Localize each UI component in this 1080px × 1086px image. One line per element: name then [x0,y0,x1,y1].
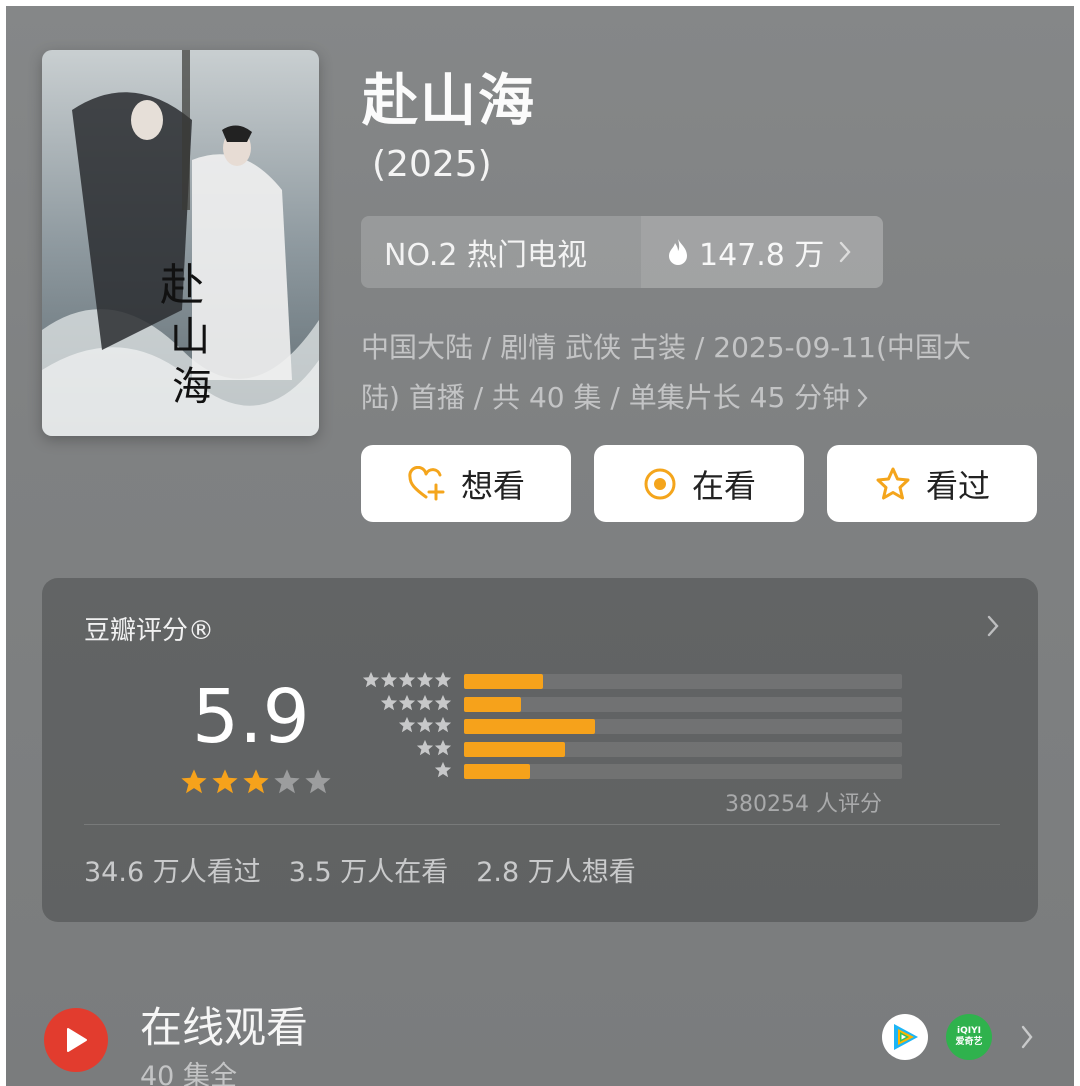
rank-badge[interactable]: NO.2 热门电视 147.8 万 [361,216,883,288]
chevron-right-icon [987,615,999,637]
star-icon [876,467,910,499]
episode-count: 40 集全 [140,1061,237,1086]
chevron-right-icon[interactable] [1020,1024,1034,1050]
want-to-watch-label: 想看 [460,466,525,505]
rank-label: NO.2 热门电视 [361,216,641,288]
distribution-bar [464,696,521,712]
distribution-row-stars [354,761,452,779]
page-title: 赴山海 [362,69,536,134]
meta-info[interactable]: 中国大陆 / 剧情 武侠 古装 / 2025-09-11(中国大 陆) 首播 /… [361,323,1031,423]
svg-text:海: 海 [172,364,212,410]
star-empty-icon [305,769,331,794]
watched-label: 看过 [925,466,990,505]
svg-text:赴: 赴 [160,260,204,311]
rating-score: 5.9 [192,674,310,760]
distribution-track [464,741,902,757]
chevron-right-icon [840,241,852,263]
flame-icon [669,239,687,265]
small-star-icon [434,739,452,755]
small-star-icon [434,761,452,778]
want-count: 2.8 万人想看 [476,857,636,888]
watching-count: 3.5 万人在看 [288,857,449,888]
distribution-track [464,719,902,734]
watched-button[interactable]: 看过 [827,445,1037,522]
rating-stars [180,768,335,796]
distribution-track [464,696,902,712]
meta-line-1: 中国大陆 / 剧情 武侠 古装 / 2025-09-11(中国大 [361,331,971,364]
distribution-bar [464,719,596,734]
heart-plus-icon [408,465,445,500]
watched-count: 34.6 万人看过 [84,857,261,888]
distribution-bar [464,674,543,689]
release-year: (2025) [372,144,492,185]
heat-section: 147.8 万 [641,216,883,288]
star-filled-icon [243,769,269,794]
distribution-row-stars [354,671,452,689]
iqiyi-logo-subtext: 爱奇艺 [955,1037,983,1047]
iqiyi-logo-text: iQIYI [957,1026,981,1036]
play-icon [67,1028,87,1052]
distribution-row-stars [354,739,452,757]
tencent-video-logo [894,1024,918,1050]
tencent-video-icon[interactable] [882,1014,928,1060]
rating-card[interactable]: 豆瓣评分® 5.9 380254 人评分 34.6 万人看过 3.5 万人在看 … [42,578,1038,922]
small-star-icon [398,716,416,733]
small-star-icon [380,671,398,688]
meta-line-2: 陆) 首播 / 共 40 集 / 单集片长 45 分钟 [361,381,851,414]
small-star-icon [416,694,434,710]
distribution-bar [464,741,565,757]
divider [84,824,1000,825]
star-empty-icon [274,769,300,794]
distribution-row-stars [354,716,452,734]
small-star-icon [434,671,452,688]
small-star-icon [416,671,434,688]
rating-count: 380254 人评分 [725,792,882,817]
rating-label: 豆瓣评分® [84,616,215,646]
watching-button[interactable]: 在看 [594,445,804,522]
star-filled-icon [181,769,207,794]
small-star-icon [434,716,452,733]
small-star-icon [362,671,380,688]
watching-label: 在看 [691,466,756,505]
small-star-icon [398,671,416,688]
distribution-track [464,764,902,779]
small-star-icon [434,694,452,710]
small-star-icon [380,694,398,710]
online-watch-label[interactable]: 在线观看 [140,994,308,1055]
small-star-icon [398,694,416,710]
poster-image[interactable]: 赴 山 海 [42,50,319,436]
star-filled-icon [212,769,238,794]
distribution-row-stars [354,694,452,712]
distribution-track [464,674,902,689]
chevron-right-icon [858,388,868,408]
play-button[interactable] [44,1008,108,1072]
distribution-bar [464,764,530,779]
target-icon [644,468,676,499]
small-star-icon [416,716,434,733]
watch-stats: 34.6 万人看过 3.5 万人在看 2.8 万人想看 [84,850,636,889]
movie-detail-page: 赴 山 海 赴山海 (2025) NO.2 热门电视 147.8 万 中国大陆 … [6,6,1074,1086]
small-star-icon [416,739,434,755]
svg-text:山: 山 [170,314,210,360]
want-to-watch-button[interactable]: 想看 [361,445,571,522]
heat-value: 147.8 万 [699,238,825,273]
iqiyi-icon[interactable]: iQIYI 爱奇艺 [946,1014,992,1060]
